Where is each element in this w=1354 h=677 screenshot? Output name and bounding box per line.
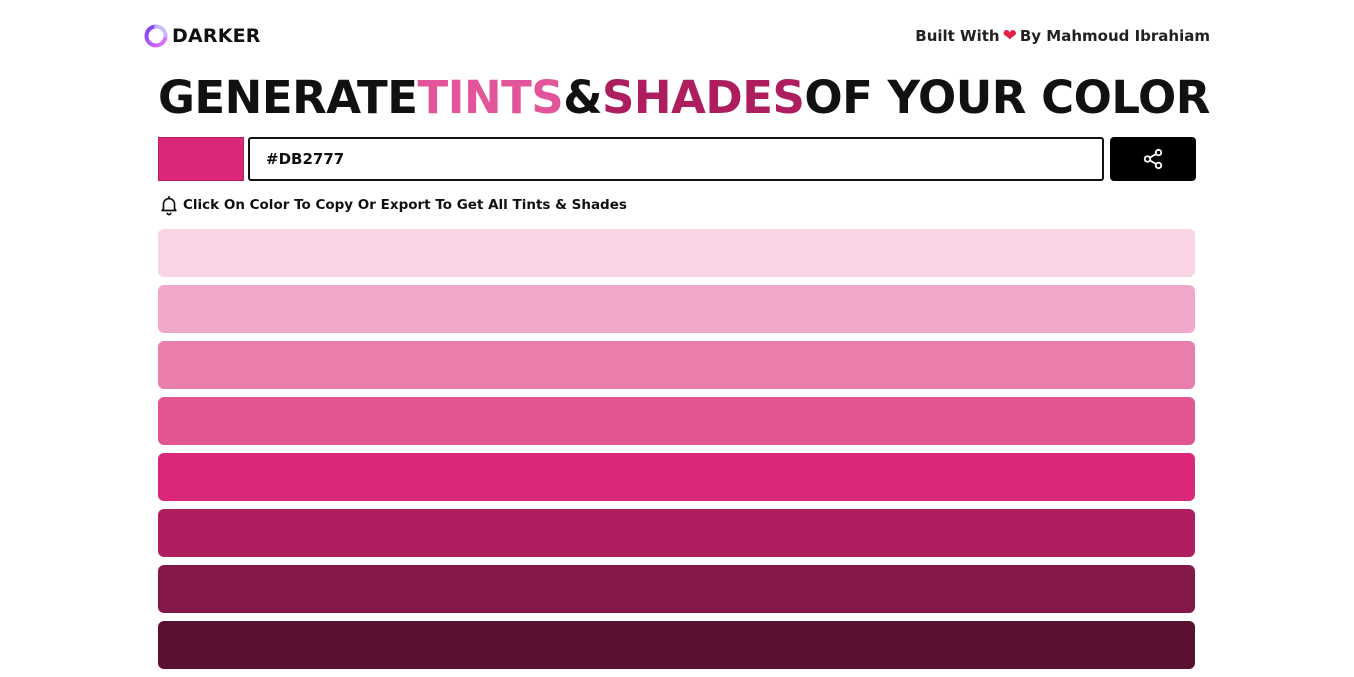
title-word-ampersand: & xyxy=(563,71,602,124)
logo[interactable]: DARKER xyxy=(144,24,261,48)
color-swatch-row[interactable] xyxy=(158,621,1195,669)
color-swatch-row[interactable] xyxy=(158,397,1195,445)
heart-icon: ❤ xyxy=(1002,26,1017,46)
credits-prefix: Built With xyxy=(915,27,1000,45)
page-title: GENERATE TINTS & SHADES OF YOUR COLOR xyxy=(158,68,1210,128)
color-swatch-row[interactable] xyxy=(158,565,1195,613)
color-swatch-row[interactable] xyxy=(158,285,1195,333)
logo-text: DARKER xyxy=(172,25,261,47)
credits: Built With ❤ By Mahmoud Ibrahiam xyxy=(915,26,1210,46)
share-button[interactable] xyxy=(1110,137,1196,181)
title-word-tints: TINTS xyxy=(417,71,564,124)
header: DARKER Built With ❤ By Mahmoud Ibrahiam xyxy=(144,20,1210,52)
color-palette xyxy=(158,229,1195,677)
color-swatch-row[interactable] xyxy=(158,509,1195,557)
color-controls xyxy=(158,137,1196,181)
copy-hint: Click On Color To Copy Or Export To Get … xyxy=(158,192,627,218)
color-picker-swatch[interactable] xyxy=(158,137,244,181)
copy-hint-text: Click On Color To Copy Or Export To Get … xyxy=(183,197,627,213)
title-word-rest: OF YOUR COLOR xyxy=(804,71,1210,124)
color-swatch-row[interactable] xyxy=(158,341,1195,389)
bell-icon xyxy=(161,195,177,216)
color-hex-input[interactable] xyxy=(248,137,1104,181)
credits-author-link[interactable]: By Mahmoud Ibrahiam xyxy=(1020,27,1210,45)
title-word-generate: GENERATE xyxy=(158,71,418,124)
share-icon xyxy=(1143,148,1163,170)
color-swatch-row[interactable] xyxy=(158,453,1195,501)
title-word-shades: SHADES xyxy=(601,71,805,124)
logo-ring-icon xyxy=(144,24,168,48)
color-swatch-row[interactable] xyxy=(158,229,1195,277)
